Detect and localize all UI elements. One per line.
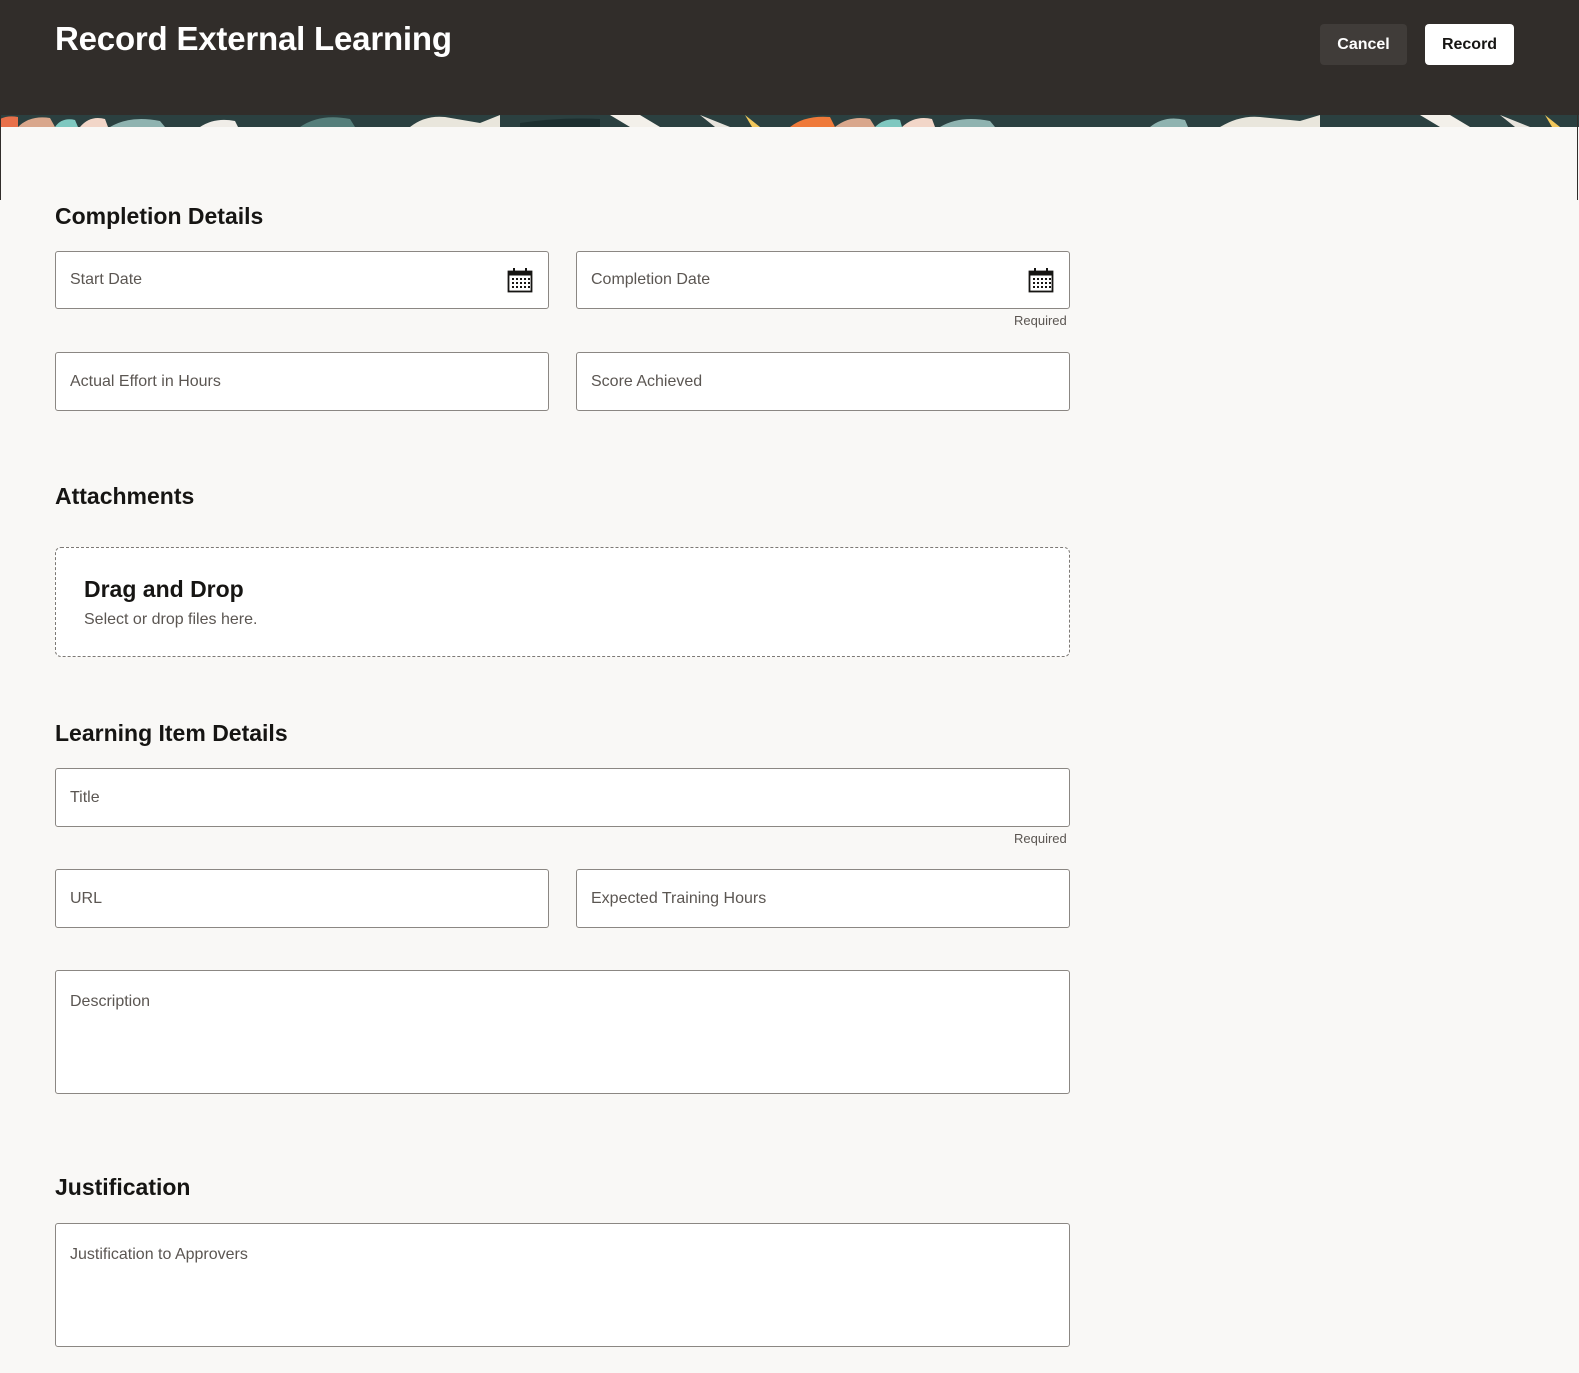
title-required-text: Required (1014, 831, 1067, 846)
section-title-completion-details: Completion Details (55, 203, 264, 229)
header-banner-pattern (0, 115, 1579, 127)
completion-date-label: Completion Date (591, 271, 711, 288)
right-edge-line (1577, 115, 1578, 200)
description-label: Description (70, 993, 151, 1010)
expected-training-hours-field[interactable]: Expected Training Hours (576, 869, 1070, 928)
description-field[interactable]: Description (55, 970, 1070, 1094)
record-button[interactable]: Record (1425, 24, 1514, 65)
url-label: URL (70, 890, 103, 907)
dropzone-hint: Select or drop files here. (84, 611, 258, 628)
start-date-label: Start Date (70, 271, 143, 288)
start-date-field[interactable]: Start Date (55, 251, 549, 309)
cancel-button[interactable]: Cancel (1320, 24, 1407, 65)
left-edge-line (0, 115, 1, 200)
section-title-justification: Justification (55, 1174, 191, 1200)
calendar-icon[interactable] (1028, 267, 1054, 293)
score-achieved-label: Score Achieved (591, 373, 703, 390)
title-label: Title (70, 789, 100, 806)
section-title-attachments: Attachments (55, 483, 195, 509)
page-header: Record External Learning Cancel Record (0, 0, 1579, 115)
expected-training-hours-label: Expected Training Hours (591, 890, 767, 907)
actual-effort-field[interactable]: Actual Effort in Hours (55, 352, 549, 411)
completion-date-field[interactable]: Completion Date (576, 251, 1070, 309)
actual-effort-label: Actual Effort in Hours (70, 373, 221, 390)
section-title-learning-item-details: Learning Item Details (55, 720, 288, 746)
score-achieved-field[interactable]: Score Achieved (576, 352, 1070, 411)
justification-to-approvers-field[interactable]: Justification to Approvers (55, 1223, 1070, 1347)
calendar-icon[interactable] (507, 267, 533, 293)
page-title: Record External Learning (55, 20, 452, 57)
attachments-dropzone[interactable]: Drag and Drop Select or drop files here. (55, 547, 1070, 657)
completion-date-required-text: Required (1014, 313, 1067, 328)
url-field[interactable]: URL (55, 869, 549, 928)
dropzone-title: Drag and Drop (84, 576, 244, 602)
justification-to-approvers-label: Justification to Approvers (70, 1246, 248, 1263)
title-field[interactable]: Title (55, 768, 1070, 827)
